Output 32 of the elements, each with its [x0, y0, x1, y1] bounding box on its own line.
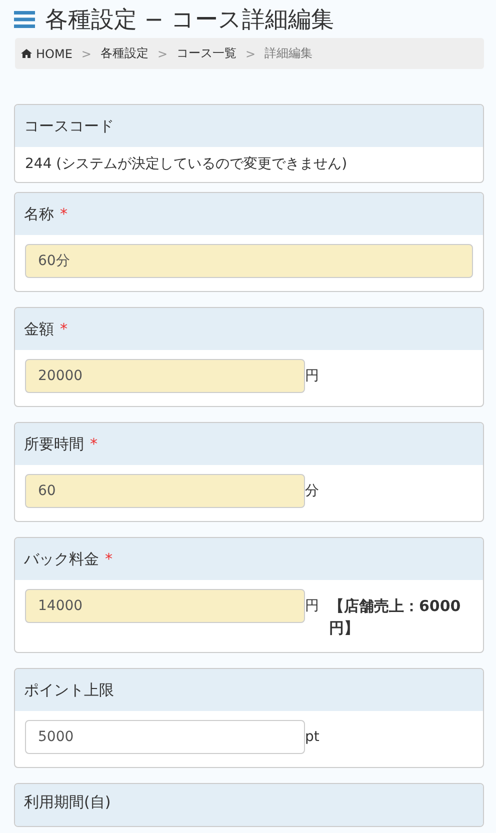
field-label: 名称 [24, 204, 54, 224]
field-label: ポイント上限 [24, 680, 114, 700]
text-field[interactable]: 5000 [25, 720, 305, 754]
unit-label: 円 [305, 597, 319, 616]
field-label: バック料金 [24, 550, 99, 568]
field-label: コースコード [24, 116, 114, 136]
required-mark: * [105, 550, 112, 568]
menu-icon[interactable] [14, 10, 35, 28]
field-label: 所要時間 [24, 434, 84, 454]
text-field[interactable]: 60分 [25, 244, 473, 278]
unit-label: 円 [305, 367, 319, 386]
breadcrumb-link[interactable]: HOME [21, 46, 72, 60]
breadcrumb-separator: > [157, 46, 168, 60]
breadcrumb-separator: > [246, 46, 256, 60]
unit-label: pt [305, 728, 320, 747]
breadcrumb-link[interactable]: コース一覧 [176, 45, 237, 62]
breadcrumb-link[interactable]: 各種設定 [100, 45, 148, 62]
text-field[interactable]: 20000 [25, 359, 305, 393]
home-icon [21, 49, 32, 58]
breadcrumb-current: 詳細編集 [264, 45, 313, 62]
breadcrumb-separator: > [81, 46, 92, 60]
field-label: 利用期間(自) [24, 793, 111, 812]
sales-note: 【店舗売上：6000円】 [329, 596, 462, 639]
required-mark: * [60, 320, 68, 338]
text-field[interactable]: 14000 [25, 589, 305, 623]
unit-label: 分 [305, 482, 319, 501]
field-value: 244 (システムが決定しているので変更できません) [25, 155, 348, 174]
required-mark: * [90, 435, 98, 453]
text-field[interactable]: 60 [25, 474, 305, 508]
field-label: 金額 [24, 320, 54, 338]
required-mark: * [60, 205, 68, 223]
page-title: 各種設定 − コース詳細編集 [45, 6, 334, 34]
